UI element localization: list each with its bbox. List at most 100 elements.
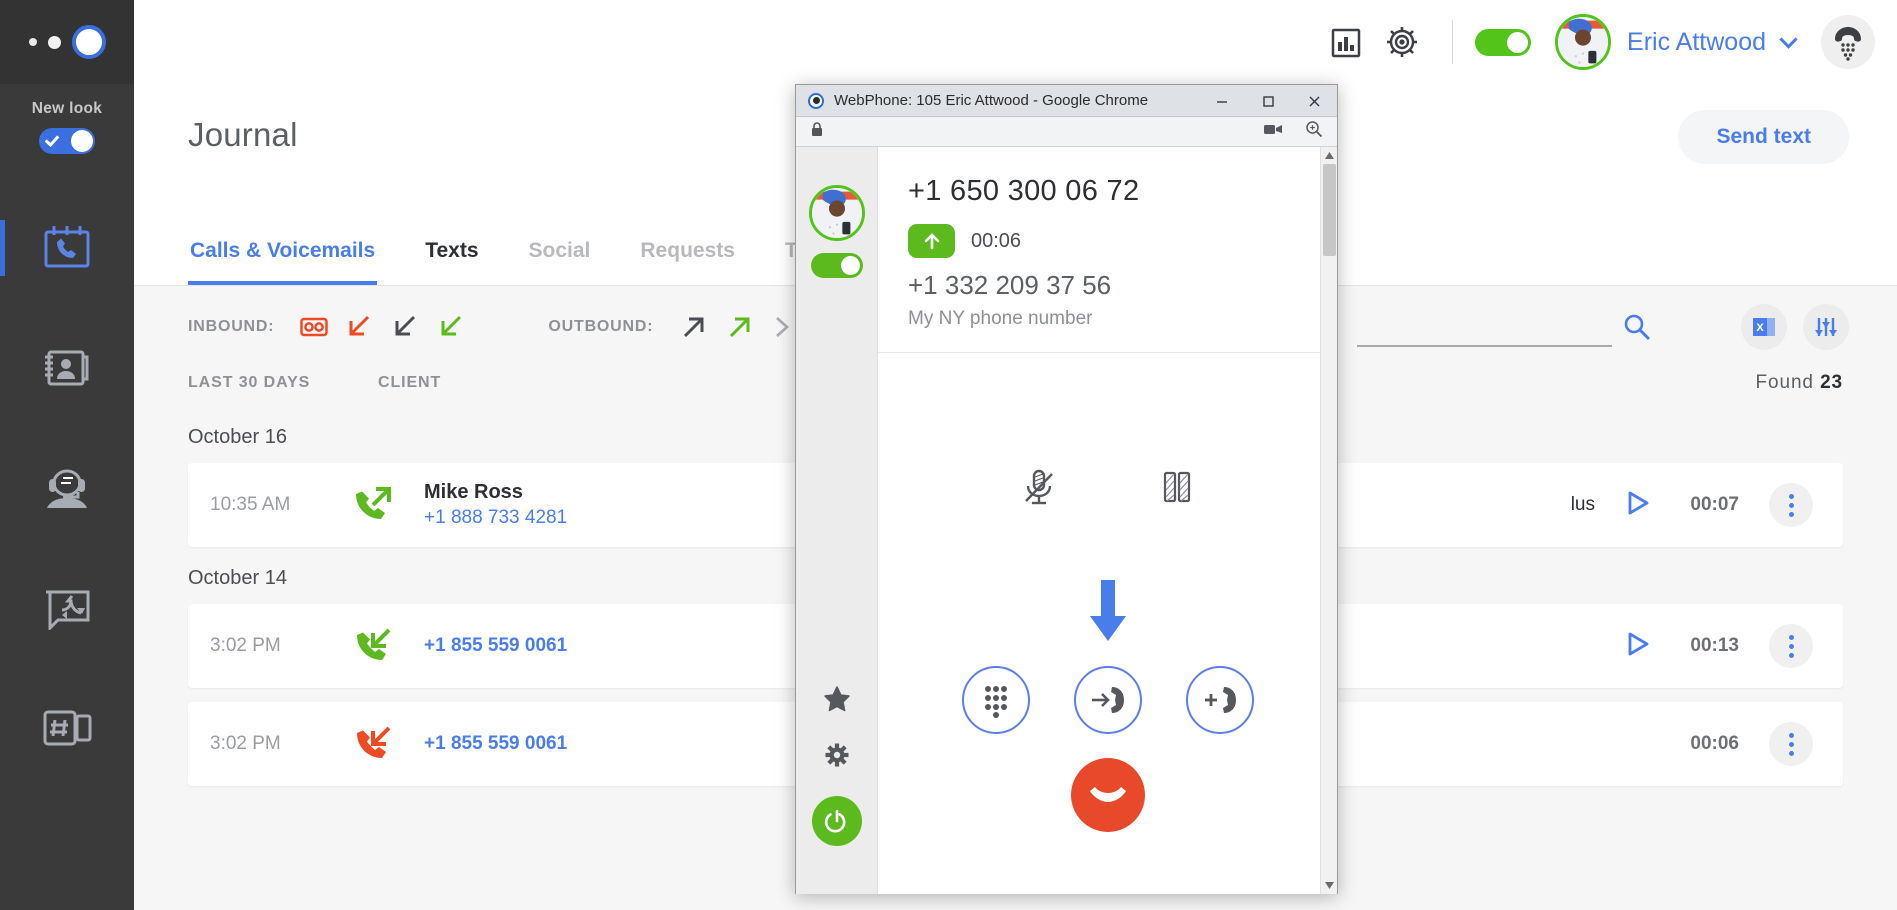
phone-dialpad-icon[interactable] bbox=[1821, 15, 1875, 69]
user-name[interactable]: Eric Attwood bbox=[1627, 28, 1766, 57]
sidebar-item-agent[interactable] bbox=[0, 428, 134, 548]
tab-social[interactable]: Social bbox=[527, 229, 593, 285]
send-text-button[interactable]: Send text bbox=[1678, 110, 1849, 164]
outbound-arrow-icon[interactable] bbox=[679, 312, 709, 342]
menu-dot bbox=[1788, 634, 1794, 640]
hold-icon[interactable] bbox=[1154, 465, 1200, 516]
call-controls bbox=[878, 666, 1337, 734]
inbound-arrow-icon[interactable] bbox=[390, 312, 420, 342]
webphone-status-toggle[interactable] bbox=[810, 253, 863, 278]
add-call-button[interactable] bbox=[1185, 666, 1254, 734]
webphone-scrollbar[interactable] bbox=[1320, 147, 1337, 894]
menu-dot bbox=[1788, 502, 1794, 508]
menu-dot bbox=[1788, 652, 1794, 658]
close-icon[interactable] bbox=[1291, 85, 1337, 117]
search-box bbox=[1357, 312, 1657, 347]
row-time: 10:35 AM bbox=[210, 494, 291, 515]
row-menu-button[interactable] bbox=[1769, 722, 1813, 766]
row-menu-button[interactable] bbox=[1769, 624, 1813, 668]
header-divider bbox=[1452, 20, 1454, 64]
magnifier-icon[interactable] bbox=[1622, 312, 1652, 347]
minimize-icon[interactable] bbox=[1199, 85, 1245, 117]
power-icon[interactable] bbox=[811, 796, 862, 846]
row-actions: 00:13 bbox=[1625, 624, 1813, 668]
call-remote-number: +1 650 300 06 72 bbox=[908, 175, 1140, 207]
new-look-label: New look bbox=[31, 100, 103, 117]
tab-texts[interactable]: Texts bbox=[423, 229, 480, 285]
call-local-number-label: My NY phone number bbox=[908, 308, 1093, 329]
headset-agent-icon bbox=[39, 466, 95, 510]
app-root: New look Eric Attwood Journal Send text … bbox=[0, 0, 1897, 910]
logo-dot-small bbox=[28, 38, 37, 46]
chevron-right-icon[interactable] bbox=[771, 313, 793, 341]
camera-icon[interactable] bbox=[1263, 122, 1283, 141]
gear-icon[interactable] bbox=[823, 741, 851, 774]
voicemail-icon[interactable] bbox=[300, 315, 329, 339]
mute-icon[interactable] bbox=[1016, 465, 1062, 516]
filter-sliders-icon[interactable] bbox=[1803, 304, 1849, 350]
webphone-window-title: WebPhone: 105 Eric Attwood - Google Chro… bbox=[834, 92, 1149, 109]
row-time: 3:02 PM bbox=[210, 635, 281, 656]
sidebar-item-routing[interactable] bbox=[0, 548, 134, 668]
row-duration: 00:06 bbox=[1690, 733, 1739, 754]
sidebar-item-contacts[interactable] bbox=[0, 308, 134, 428]
calendar-phone-icon bbox=[41, 224, 93, 272]
avatar[interactable] bbox=[1555, 14, 1612, 70]
found-label: Found bbox=[1755, 372, 1814, 393]
brand-logo[interactable] bbox=[0, 0, 134, 84]
new-look-toggle[interactable] bbox=[39, 128, 95, 154]
play-recording-icon[interactable] bbox=[1625, 489, 1651, 522]
row-duration: 00:07 bbox=[1690, 494, 1739, 515]
keypad-button[interactable] bbox=[961, 666, 1030, 734]
gear-icon[interactable] bbox=[1374, 14, 1430, 70]
found-number: 23 bbox=[1820, 372, 1843, 393]
webphone-main-panel: +1 650 300 06 72 00:06 +1 332 209 37 56 … bbox=[878, 147, 1337, 894]
logo-ring bbox=[71, 25, 106, 59]
transfer-button[interactable] bbox=[1073, 666, 1142, 734]
maximize-icon[interactable] bbox=[1245, 85, 1291, 117]
row-time: 3:02 PM bbox=[210, 733, 281, 754]
avatar[interactable] bbox=[808, 185, 865, 241]
sidebar-item-numbers[interactable] bbox=[0, 668, 134, 788]
search-input[interactable] bbox=[1357, 318, 1612, 347]
webphone-titlebar[interactable]: WebPhone: 105 Eric Attwood - Google Chro… bbox=[796, 85, 1337, 117]
scroll-up-arrow-icon[interactable] bbox=[1321, 147, 1337, 164]
toggle-knob bbox=[1507, 31, 1529, 53]
hangup-button[interactable] bbox=[1070, 758, 1145, 832]
logo-dot-medium bbox=[47, 35, 61, 49]
menu-dot bbox=[1788, 750, 1794, 756]
call-info-panel: +1 650 300 06 72 00:06 +1 332 209 37 56 … bbox=[878, 147, 1337, 353]
webphone-window: WebPhone: 105 Eric Attwood - Google Chro… bbox=[795, 84, 1338, 894]
row-menu-button[interactable] bbox=[1769, 483, 1813, 527]
address-bar-actions bbox=[1263, 120, 1323, 143]
window-controls bbox=[1199, 85, 1337, 117]
play-recording-icon[interactable] bbox=[1625, 630, 1651, 663]
inbound-label: INBOUND: bbox=[188, 318, 275, 335]
availability-toggle[interactable] bbox=[1475, 28, 1532, 56]
chevron-down-icon[interactable] bbox=[1779, 29, 1798, 49]
bar-chart-icon[interactable] bbox=[1318, 14, 1374, 70]
outbound-up-arrow-icon bbox=[908, 224, 955, 258]
browser-address-bar[interactable] bbox=[796, 117, 1337, 147]
blue-down-arrow-icon bbox=[878, 578, 1337, 644]
scrollbar-thumb[interactable] bbox=[1323, 164, 1336, 256]
call-flow-icon bbox=[41, 586, 93, 630]
tab-requests[interactable]: Requests bbox=[638, 229, 737, 285]
scroll-down-arrow-icon[interactable] bbox=[1321, 877, 1338, 894]
outbound-answered-arrow-icon[interactable] bbox=[725, 312, 755, 342]
top-header: Eric Attwood bbox=[134, 0, 1897, 84]
star-icon[interactable] bbox=[822, 684, 852, 719]
menu-dot bbox=[1788, 493, 1794, 499]
call-direction-row: 00:06 bbox=[908, 224, 1307, 258]
zoom-icon[interactable] bbox=[1305, 120, 1323, 143]
excel-export-icon[interactable]: X bbox=[1741, 304, 1787, 350]
svg-text:X: X bbox=[1756, 322, 1764, 334]
outbound-label: OUTBOUND: bbox=[548, 318, 654, 335]
sidebar-item-journal[interactable] bbox=[0, 188, 134, 308]
inbound-missed-arrow-icon[interactable] bbox=[344, 312, 374, 342]
inbound-answered-arrow-icon[interactable] bbox=[436, 312, 466, 342]
hangup-row bbox=[878, 758, 1337, 832]
tab-calls-voicemails[interactable]: Calls & Voicemails bbox=[188, 229, 378, 285]
row-duration: 00:13 bbox=[1690, 635, 1739, 656]
toggle-knob bbox=[840, 256, 860, 275]
